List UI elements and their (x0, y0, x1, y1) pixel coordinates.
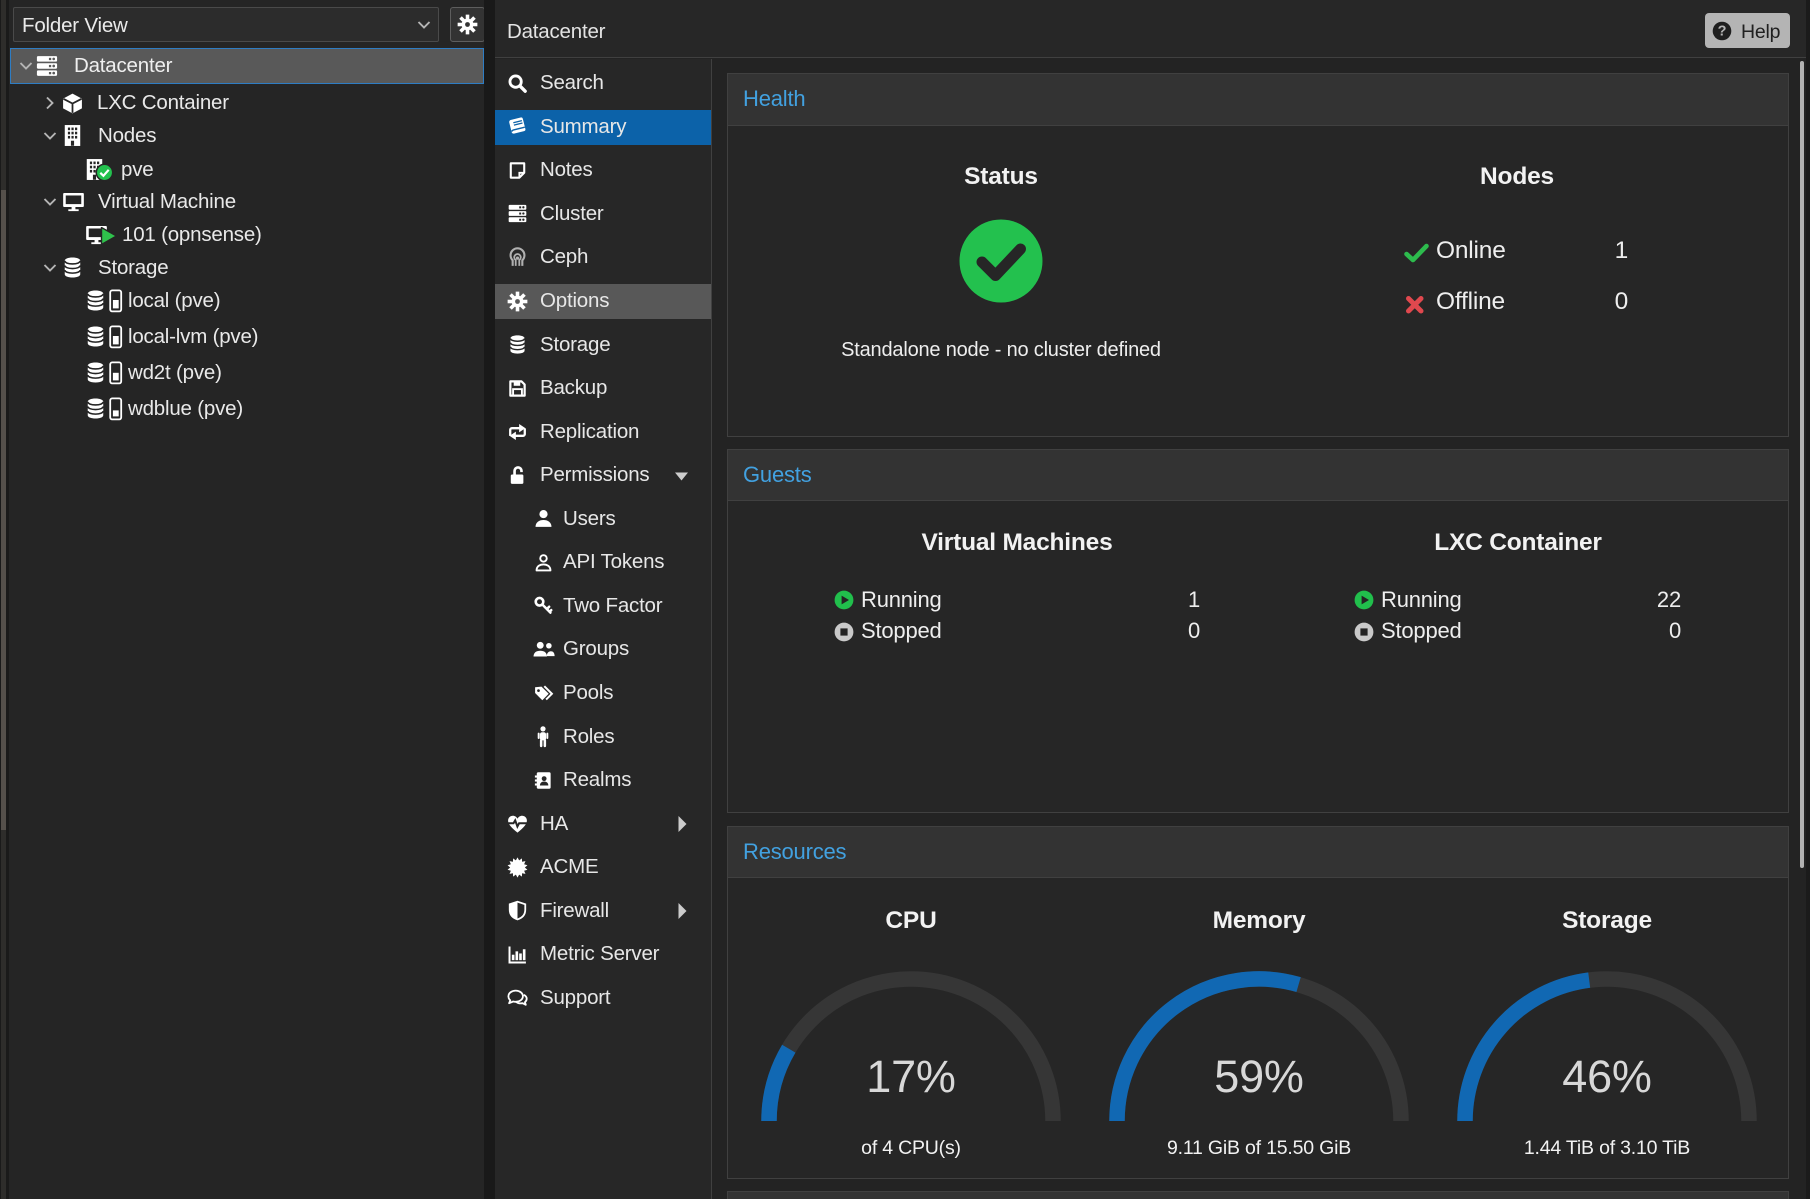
svg-text:?: ? (1718, 24, 1727, 40)
